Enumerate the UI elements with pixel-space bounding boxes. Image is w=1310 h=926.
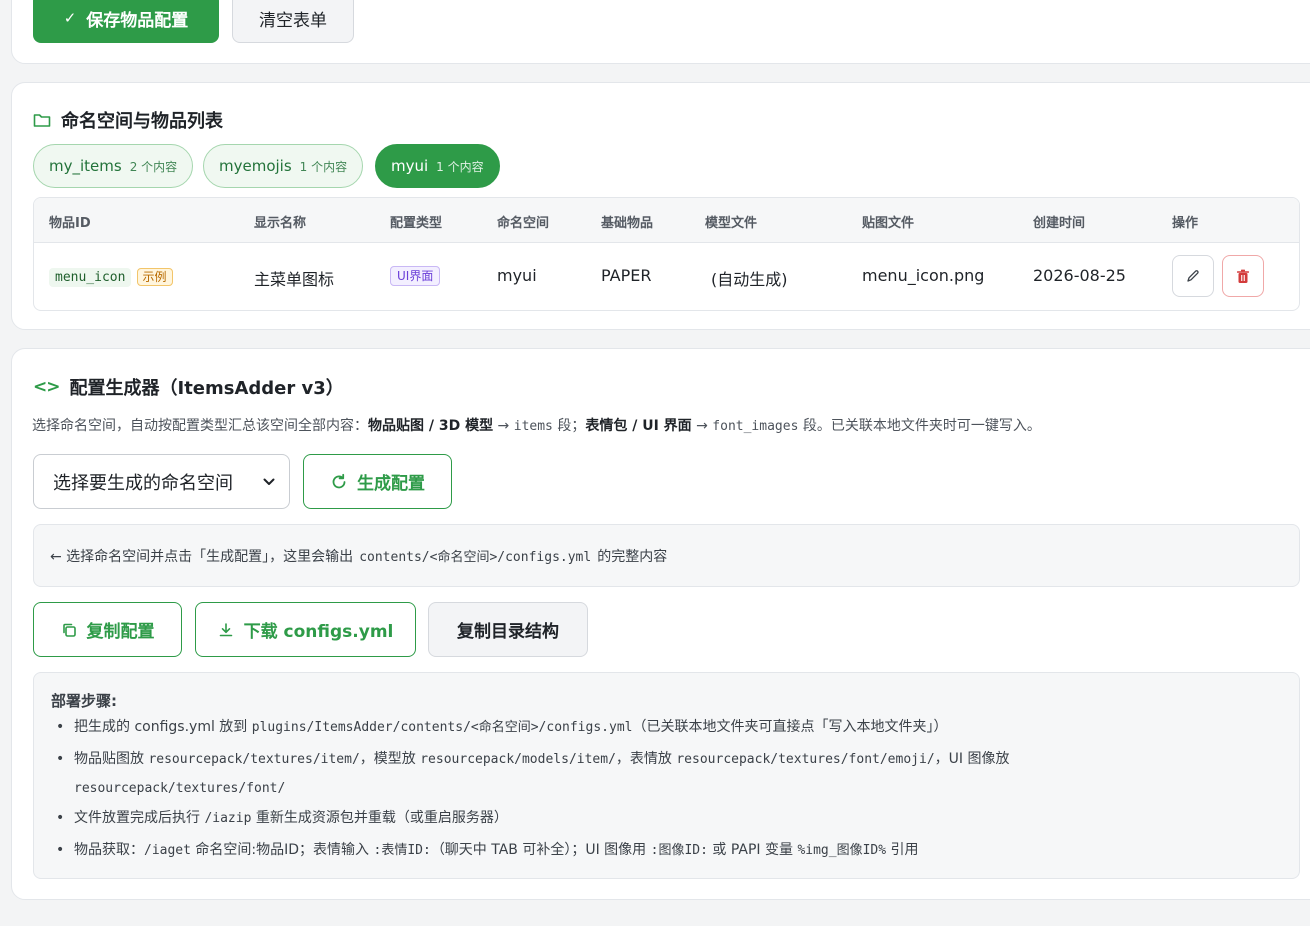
column-header: 基础物品: [601, 216, 654, 231]
column-header: 显示名称: [254, 216, 307, 231]
list-item: • 物品贴图放 resourcepack/textures/item/，模型放 …: [56, 751, 1010, 796]
column-header: 创建时间: [1033, 216, 1086, 231]
code-icon: <>: [33, 377, 60, 397]
column-header: 操作: [1172, 216, 1199, 231]
copy-directory-structure-button[interactable]: 复制目录结构: [428, 602, 588, 657]
chevron-down-icon: [263, 478, 275, 485]
clear-form-button[interactable]: 清空表单: [232, 0, 354, 43]
refresh-icon: [332, 473, 346, 488]
list-item: • 文件放置完成后执行 /iazip 重新生成资源包并重载（或重启服务器）: [56, 810, 508, 826]
folder-icon: [33, 114, 51, 127]
created-time-cell: 2026-08-25: [1033, 266, 1126, 285]
list-item: • 物品获取：/iaget 命名空间:物品ID；表情输入 :表情ID:（聊天中 …: [56, 842, 919, 858]
display-name-cell: 主菜单图标: [254, 270, 335, 289]
items-table: 物品ID 显示名称 配置类型 命名空间 基础物品 模型文件 贴图文件 创建时间 …: [33, 197, 1300, 311]
namespace-tab-my-items[interactable]: my_items 2 个内容: [33, 144, 194, 188]
item-id: menu_icon: [49, 268, 132, 287]
example-badge: 示例: [136, 268, 173, 286]
copy-config-button[interactable]: 复制配置: [33, 602, 182, 657]
edit-item-button[interactable]: [1172, 255, 1214, 297]
download-icon: [219, 622, 232, 636]
namespace-tab-myui[interactable]: myui 1 个内容: [375, 144, 500, 188]
namespace-section-title: 命名空间与物品列表: [33, 107, 223, 133]
table-header: 物品ID 显示名称 配置类型 命名空间 基础物品 模型文件 贴图文件 创建时间 …: [34, 198, 1299, 243]
namespace-tab-myemojis[interactable]: myemojis 1 个内容: [203, 144, 364, 188]
base-item-cell: PAPER: [601, 266, 652, 285]
table-row: menu_icon 示例 主菜单图标 UI界面 myui PAPER (自动生成…: [34, 243, 1299, 310]
deployment-steps: 部署步骤: • 把生成的 configs.yml 放到 plugins/Item…: [33, 672, 1300, 879]
namespace-select[interactable]: 选择要生成的命名空间: [33, 454, 290, 509]
namespace-list-card: 命名空间与物品列表 my_items 2 个内容 myemojis 1 个内容 …: [11, 82, 1310, 330]
namespace-cell: myui: [497, 266, 537, 285]
download-configs-button[interactable]: 下载 configs.yml: [195, 602, 416, 657]
delete-item-button[interactable]: [1222, 255, 1264, 297]
column-header: 命名空间: [497, 216, 550, 231]
texture-file-cell: menu_icon.png: [862, 266, 985, 285]
column-header: 贴图文件: [862, 216, 915, 231]
list-item: • 把生成的 configs.yml 放到 plugins/ItemsAdder…: [56, 719, 948, 735]
config-type-badge: UI界面: [390, 266, 441, 286]
model-file-cell: (自动生成): [711, 270, 788, 289]
pencil-icon: [1187, 270, 1199, 282]
generate-config-button[interactable]: 生成配置: [303, 454, 452, 509]
generator-description: 选择命名空间，自动按配置类型汇总该空间全部内容：物品贴图 / 3D 模型 → i…: [32, 418, 1041, 434]
column-header: 模型文件: [705, 216, 758, 231]
generator-section-title: <> 配置生成器（ItemsAdder v3）: [33, 377, 344, 399]
column-header: 配置类型: [390, 216, 443, 231]
trash-icon: [1237, 269, 1249, 283]
column-header: 物品ID: [49, 216, 91, 231]
copy-icon: [62, 623, 76, 637]
save-item-config-button[interactable]: ✓ 保存物品配置: [33, 0, 219, 43]
config-output: ← 选择命名空间并点击「生成配置」，这里会输出 contents/<命名空间>/…: [33, 524, 1300, 587]
check-icon: ✓: [63, 9, 77, 27]
form-actions-card: ✓ 保存物品配置 清空表单: [11, 0, 1310, 64]
config-generator-card: <> 配置生成器（ItemsAdder v3） 选择命名空间，自动按配置类型汇总…: [11, 348, 1310, 900]
